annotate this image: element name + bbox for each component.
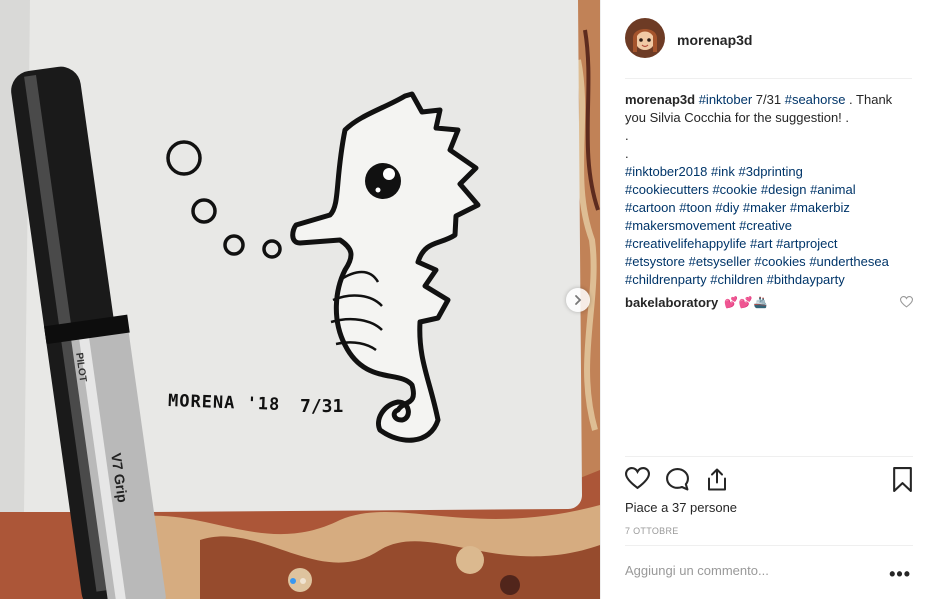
comment-username[interactable]: bakelaboratory	[625, 295, 718, 310]
hashtag-link[interactable]: #children	[710, 272, 763, 287]
comment-row: bakelaboratory 💕💕🚢	[625, 295, 914, 311]
hashtag-link[interactable]: #cookies	[754, 254, 805, 269]
hashtag-link[interactable]: #cookie	[712, 182, 757, 197]
hashtag-link[interactable]: #seahorse	[785, 92, 846, 107]
post-caption: morenap3d #inktober 7/31 #seahorse . Tha…	[625, 91, 917, 289]
post-header: morenap3d	[625, 18, 912, 79]
caption-line: morenap3d #inktober 7/31 #seahorse . Tha…	[625, 91, 917, 109]
hashtag-link[interactable]: #bithdayparty	[767, 272, 845, 287]
hashtag-line: #makersmovement #creative	[625, 217, 917, 235]
heart-outline-icon	[899, 296, 914, 308]
likes-count[interactable]: Piace a 37 persone	[625, 500, 737, 515]
hashtag-link[interactable]: #ink	[711, 164, 735, 179]
hashtag-link[interactable]: #maker	[743, 200, 786, 215]
heart-outline-icon	[624, 467, 651, 490]
seahorse-drawing-image	[0, 0, 600, 599]
hashtag-link[interactable]: #art	[750, 236, 772, 251]
chevron-right-icon	[575, 295, 582, 305]
caption-text: . Thank	[845, 92, 893, 107]
hashtag-line: #cartoon #toon #diy #maker #makerbiz	[625, 199, 917, 217]
caption-username[interactable]: morenap3d	[625, 92, 695, 107]
hashtag-link[interactable]: #makerbiz	[790, 200, 850, 215]
post-actions	[624, 456, 913, 506]
hashtag-link[interactable]: #3dprinting	[739, 164, 803, 179]
post-date: 7 ottobre	[625, 526, 679, 536]
caption-line: .	[625, 146, 629, 161]
caption-line: .	[625, 128, 629, 143]
hashtag-link[interactable]: #inktober	[699, 92, 752, 107]
comment-input[interactable]	[625, 563, 865, 578]
hashtag-link[interactable]: #creative	[739, 218, 792, 233]
speech-bubble-icon	[666, 468, 689, 491]
hashtag-link[interactable]: #creativelifehappylife	[625, 236, 746, 251]
carousel-dot	[300, 578, 306, 584]
hashtag-link[interactable]: #diy	[715, 200, 739, 215]
post-details-panel: morenap3d morenap3d #inktober 7/31 #seah…	[600, 0, 934, 599]
hashtag-link[interactable]: #design	[761, 182, 807, 197]
signature-text: MORENA '18	[167, 391, 281, 415]
hashtag-link[interactable]: #animal	[810, 182, 856, 197]
share-button[interactable]	[705, 467, 729, 497]
comment-text: 💕💕🚢	[724, 297, 769, 309]
save-button[interactable]	[892, 467, 913, 497]
hashtag-line: #etsystore #etsyseller #cookies #underth…	[625, 253, 917, 271]
hashtag-line: #cookiecutters #cookie #design #animal	[625, 181, 917, 199]
hashtag-link[interactable]: #inktober2018	[625, 164, 707, 179]
comment-like-button[interactable]	[899, 296, 914, 311]
next-slide-button[interactable]	[566, 288, 590, 312]
caption-text: 7/31	[752, 92, 785, 107]
hashtag-link[interactable]: #etsyseller	[689, 254, 751, 269]
hashtag-link[interactable]: #artproject	[776, 236, 837, 251]
like-button[interactable]	[624, 467, 651, 495]
hashtag-line: #inktober2018 #ink #3dprinting	[625, 163, 917, 181]
add-comment-bar: •••	[625, 545, 913, 599]
hashtag-link[interactable]: #underthesea	[809, 254, 889, 269]
day-counter-text: 7/31	[300, 396, 344, 417]
comment-button[interactable]	[665, 467, 690, 497]
hashtag-link[interactable]: #childrenparty	[625, 272, 707, 287]
post-photo[interactable]: MORENA '18 7/31 PILOT V7 Grip	[0, 0, 600, 599]
share-upload-icon	[708, 468, 726, 491]
more-options-button[interactable]: •••	[889, 564, 911, 585]
post-author-username[interactable]: morenap3d	[677, 32, 752, 48]
carousel-indicator	[290, 578, 306, 584]
hashtag-link[interactable]: #etsystore	[625, 254, 685, 269]
hashtag-line: #childrenparty #children #bithdayparty	[625, 271, 917, 289]
hashtag-link[interactable]: #toon	[679, 200, 712, 215]
bookmark-icon	[893, 467, 912, 492]
carousel-dot-active	[290, 578, 296, 584]
hashtag-link[interactable]: #cookiecutters	[625, 182, 709, 197]
hashtag-line: #creativelifehappylife #art #artproject	[625, 235, 917, 253]
avatar[interactable]	[625, 18, 665, 58]
hashtag-link[interactable]: #cartoon	[625, 200, 676, 215]
caption-line: you Silvia Cocchia for the suggestion! .	[625, 110, 850, 125]
avatar-image-icon	[625, 18, 665, 58]
hashtag-link[interactable]: #makersmovement	[625, 218, 736, 233]
